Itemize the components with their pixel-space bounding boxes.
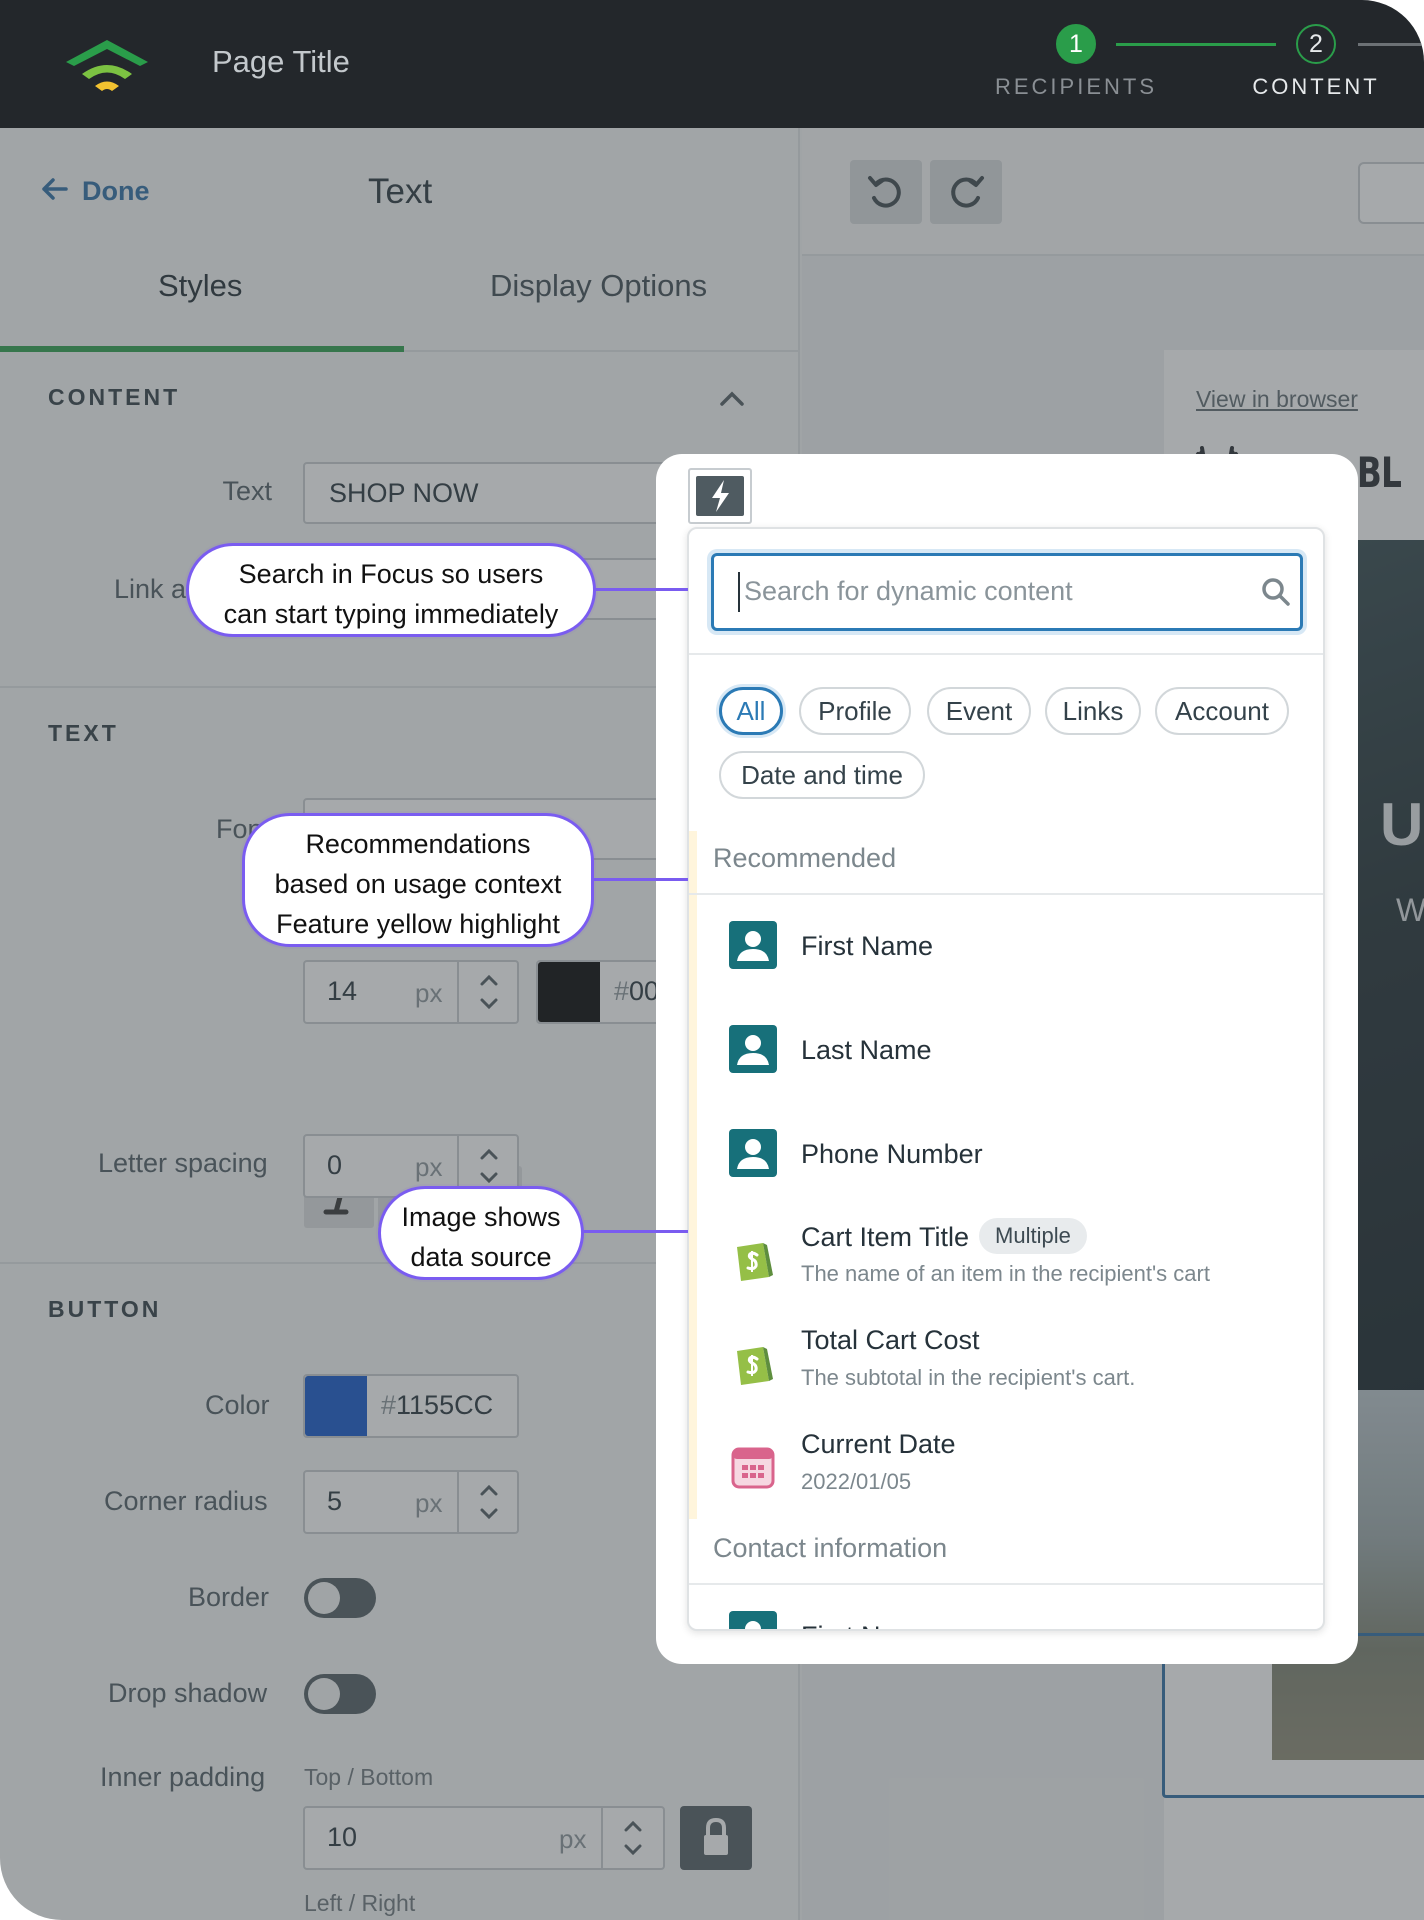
- logo-icon: [66, 40, 148, 91]
- list-item-contact-first-name[interactable]: First Name: [689, 1585, 1323, 1629]
- person-icon: [729, 1611, 777, 1629]
- filter-chip-account[interactable]: Account: [1155, 687, 1289, 735]
- step-label: CONTENT: [1252, 74, 1380, 99]
- list-item-total-cart-cost[interactable]: Total Cart Cost The subtotal in the reci…: [689, 1311, 1323, 1415]
- shopify-icon: [737, 1243, 773, 1281]
- item-title: First Name: [801, 931, 934, 961]
- callout-line: based on usage context: [274, 869, 562, 899]
- step-recipients[interactable]: 1 RECIPIENTS: [976, 24, 1176, 100]
- callout-search-focus: Search in Focus so users can start typin…: [186, 543, 596, 637]
- item-title: Current Date: [801, 1429, 956, 1459]
- callout-line: Search in Focus so users: [238, 559, 544, 589]
- lightning-icon: [712, 480, 729, 512]
- recommended-heading: Recommended: [713, 843, 897, 873]
- app-frame: Page Title 1 RECIPIENTS 2 CONTENT Done T…: [0, 0, 1424, 1920]
- callout-line: Image shows: [401, 1202, 561, 1232]
- step-number: 1: [1056, 24, 1096, 64]
- item-title: Total Cart Cost: [801, 1325, 980, 1355]
- search-icon: [1262, 578, 1290, 606]
- step-label: RECIPIENTS: [994, 74, 1158, 99]
- shopify-icon: [737, 1347, 773, 1385]
- item-description: 2022/01/05: [801, 1469, 912, 1494]
- list-item-phone-number[interactable]: Phone Number: [689, 1103, 1323, 1207]
- filter-chip-event[interactable]: Event: [927, 687, 1031, 735]
- callout-leader: [582, 1230, 688, 1233]
- item-title: First Name: [801, 1621, 933, 1629]
- dynamic-content-search-input[interactable]: Search for dynamic content: [711, 553, 1303, 631]
- step-content[interactable]: 2 CONTENT: [1216, 24, 1416, 100]
- list-item-last-name[interactable]: Last Name: [689, 999, 1323, 1103]
- filter-chip-date-and-time[interactable]: Date and time: [719, 751, 925, 799]
- list-item-cart-item-title[interactable]: Cart Item Title Multiple The name of an i…: [689, 1207, 1323, 1311]
- multiple-badge: Multiple: [979, 1218, 1087, 1254]
- contact-information-heading: Contact information: [713, 1533, 948, 1563]
- person-icon: [729, 1025, 777, 1073]
- item-description: The name of an item in the recipient's c…: [801, 1261, 1210, 1286]
- callout-leader: [594, 588, 688, 591]
- item-description: The subtotal in the recipient's cart.: [801, 1365, 1136, 1390]
- divider: [689, 653, 1323, 655]
- item-title: Cart Item Title Multiple: [801, 1218, 1087, 1257]
- list-item-current-date[interactable]: Current Date 2022/01/05: [689, 1415, 1323, 1519]
- callout-recommendations: Recommendations based on usage context F…: [242, 813, 594, 947]
- callout-line: Recommendations: [305, 829, 531, 859]
- person-icon: [729, 1129, 777, 1177]
- page-title: Page Title: [212, 44, 350, 79]
- item-title: Last Name: [801, 1035, 932, 1065]
- step-number: 2: [1296, 24, 1336, 64]
- list-item-first-name[interactable]: First Name: [689, 895, 1323, 999]
- text-cursor: [738, 572, 740, 612]
- person-icon: [729, 921, 777, 969]
- bolt-button-fill: [696, 476, 744, 516]
- top-bar: Page Title 1 RECIPIENTS 2 CONTENT: [0, 0, 1424, 128]
- callout-line: Feature yellow highlight: [276, 909, 560, 939]
- filter-chip-profile[interactable]: Profile: [799, 687, 911, 735]
- callout-line: can start typing immediately: [223, 599, 559, 629]
- filter-chip-all[interactable]: All: [719, 687, 783, 735]
- item-title: Phone Number: [801, 1139, 983, 1169]
- calendar-icon: [731, 1447, 775, 1489]
- dynamic-content-dropdown: Search for dynamic content All Profile E…: [687, 527, 1325, 1631]
- callout-image-source: Image shows data source: [378, 1186, 584, 1280]
- callout-line: data source: [410, 1242, 552, 1272]
- dynamic-content-button[interactable]: [688, 468, 752, 524]
- filter-chip-links[interactable]: Links: [1045, 687, 1141, 735]
- callout-leader: [592, 878, 688, 881]
- search-placeholder: Search for dynamic content: [744, 576, 1073, 606]
